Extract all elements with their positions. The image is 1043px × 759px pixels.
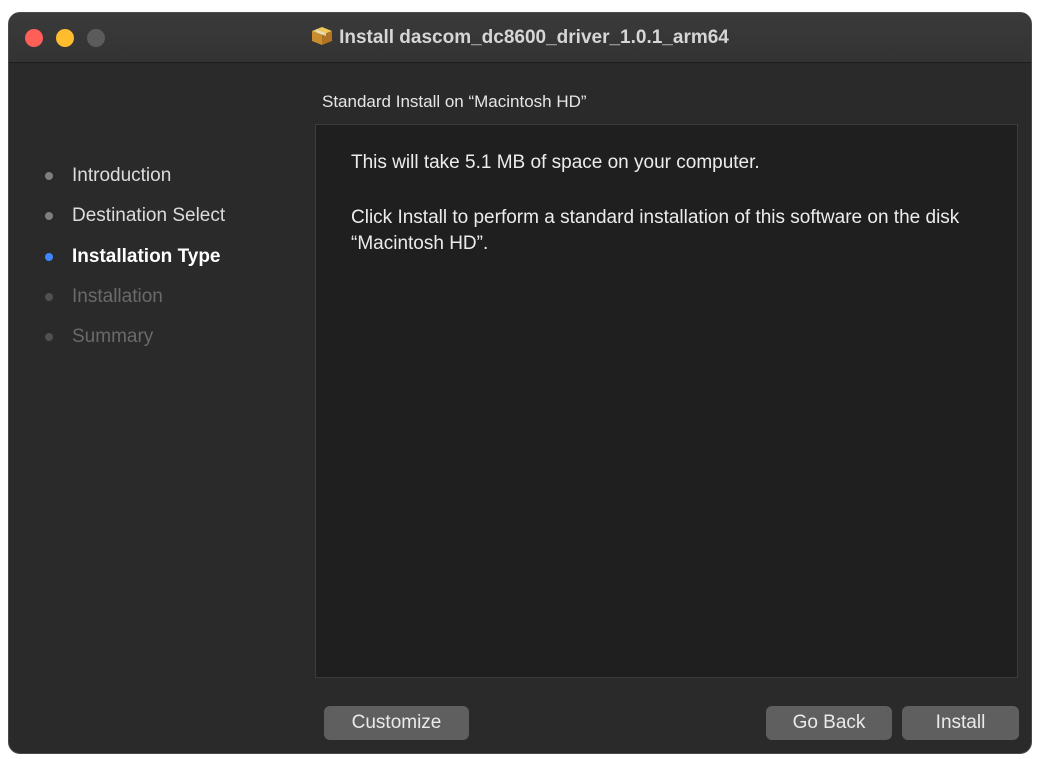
install-location-heading: Standard Install on “Macintosh HD” bbox=[322, 92, 587, 111]
step-done-dot bbox=[45, 212, 53, 220]
go-back-button[interactable]: Go Back bbox=[766, 706, 892, 740]
window-title: Install dascom_dc8600_driver_1.0.1_arm64 bbox=[339, 27, 729, 48]
step-pending-dot bbox=[45, 293, 53, 301]
package-icon bbox=[312, 27, 333, 45]
disk-space-text: This will take 5.1 MB of space on your c… bbox=[351, 152, 760, 173]
install-instruction-text: Click Install to perform a standard inst… bbox=[351, 207, 960, 254]
step-done-dot bbox=[45, 172, 53, 180]
install-button[interactable]: Install bbox=[902, 706, 1019, 740]
steps-sidebar: Introduction Destination Select Installa… bbox=[9, 64, 309, 753]
sidebar-step-label: Introduction bbox=[72, 165, 172, 186]
window-title-container: Install dascom_dc8600_driver_1.0.1_arm64 bbox=[9, 26, 1031, 49]
installer-window: Install dascom_dc8600_driver_1.0.1_arm64… bbox=[8, 12, 1032, 754]
sidebar-step-label: Destination Select bbox=[72, 205, 226, 226]
install-info-panel: This will take 5.1 MB of space on your c… bbox=[315, 124, 1018, 678]
title-bar[interactable]: Install dascom_dc8600_driver_1.0.1_arm64 bbox=[9, 13, 1031, 63]
customize-button[interactable]: Customize bbox=[324, 706, 469, 740]
step-pending-dot bbox=[45, 333, 53, 341]
step-current-dot bbox=[45, 253, 53, 261]
sidebar-step-label: Installation Type bbox=[72, 246, 221, 267]
sidebar-step-label: Summary bbox=[72, 326, 154, 347]
sidebar-step-label: Installation bbox=[72, 286, 163, 307]
